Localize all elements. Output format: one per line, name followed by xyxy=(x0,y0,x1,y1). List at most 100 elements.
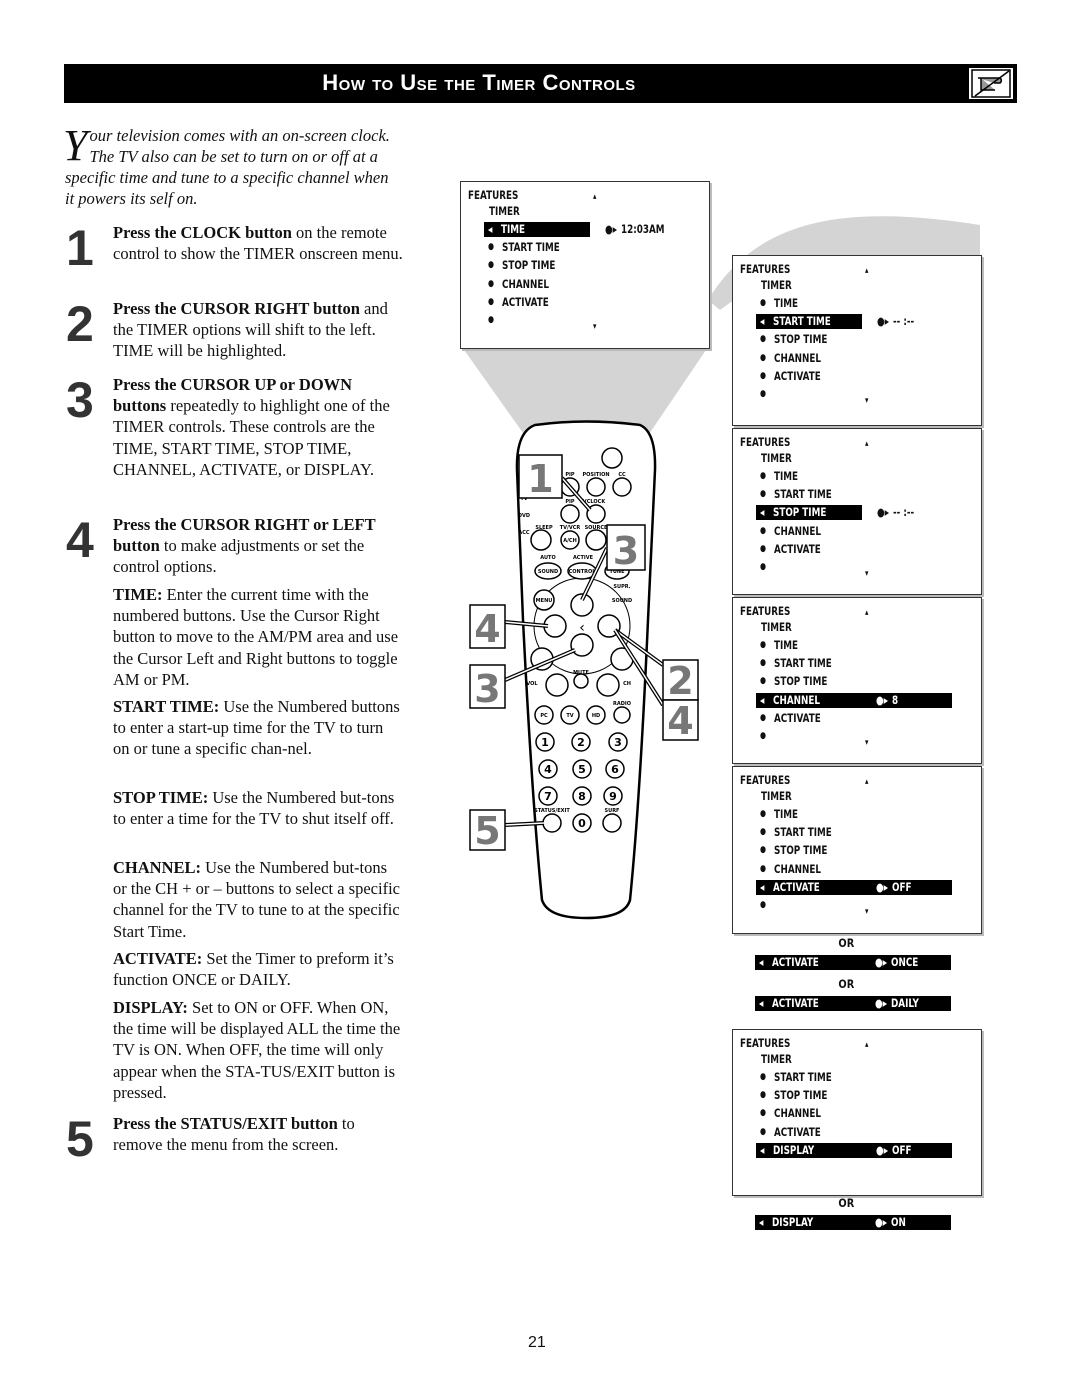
menu-item-selected[interactable]: ◂ ACTIVATE ●▸ OFF xyxy=(756,879,952,895)
or-label: OR xyxy=(838,977,855,991)
menu-item[interactable]: STOP TIME xyxy=(502,258,555,272)
remote-label: MUTE xyxy=(573,670,589,676)
menu-item[interactable]: ACTIVATE xyxy=(774,711,821,725)
menu-item[interactable]: START TIME xyxy=(774,656,832,670)
or-label: OR xyxy=(838,936,855,950)
left-arrow-icon: ◂ xyxy=(760,1142,765,1157)
scroll-down-icon: ▾ xyxy=(865,569,869,579)
hd-button-label: HD xyxy=(592,713,600,719)
manual-page: How to Use the Timer Controls Your telev… xyxy=(0,0,1080,1397)
remote-label: ACTIVE xyxy=(573,555,594,561)
a-ch-button-label: A/CH xyxy=(563,538,577,544)
menu-item[interactable]: TIME xyxy=(774,469,798,483)
bullet-icon: ● xyxy=(488,278,495,289)
menu-item[interactable]: CHANNEL xyxy=(774,524,821,538)
remote-label: TV/VCR xyxy=(560,525,581,531)
menu-item[interactable]: STOP TIME xyxy=(774,332,827,346)
callout-number: 3 xyxy=(613,529,639,573)
left-arrow-icon: ◂ xyxy=(759,955,764,969)
callout-number: 1 xyxy=(527,457,553,501)
mute-button[interactable] xyxy=(573,673,589,689)
scroll-up-icon: ▴ xyxy=(865,439,869,449)
left-arrow-icon: ◂ xyxy=(760,314,765,329)
remote-label: VOL xyxy=(526,681,538,687)
menu-item[interactable]: TIME xyxy=(774,638,798,652)
power-button[interactable] xyxy=(601,447,623,469)
adjust-arrow-icon: ●▸ xyxy=(875,996,888,1010)
callout-number: 4 xyxy=(667,699,693,743)
menu-item[interactable]: TIME xyxy=(774,807,798,821)
digit-6-button-label: 6 xyxy=(611,763,619,776)
menu-item[interactable]: START TIME xyxy=(774,487,832,501)
remote-label: PIP xyxy=(565,499,575,505)
menu-item[interactable]: START TIME xyxy=(502,240,560,254)
remote-label: CH xyxy=(623,681,631,687)
bullet-icon: ● xyxy=(488,315,495,325)
adjust-arrow-icon: ●▸ xyxy=(875,955,888,969)
callout-number: 3 xyxy=(474,667,500,711)
menu-item-selected[interactable]: ◂ CHANNEL ●▸ 8 xyxy=(756,692,952,708)
menu-item[interactable]: CHANNEL xyxy=(774,351,821,365)
menu-item-selected[interactable]: ◂ TIME xyxy=(484,222,590,237)
menu-item[interactable]: START TIME xyxy=(774,825,832,839)
option-value: ON xyxy=(891,1215,906,1229)
ch-minus-button[interactable] xyxy=(596,673,620,697)
remote-label: DVD xyxy=(518,513,530,519)
timer-osd-menu: FEATURES TIMER ▴ ● START TIME ● STOP TIME ● CHAN… xyxy=(732,1029,982,1196)
menu-item-value: -- :-- xyxy=(893,314,915,329)
menu-item-selected[interactable]: ◂ START TIME xyxy=(756,314,862,330)
menu-item[interactable]: START TIME xyxy=(774,1070,832,1084)
digit-7-button-label: 7 xyxy=(544,790,552,803)
status-exit-button[interactable] xyxy=(542,813,562,833)
vol-minus-button[interactable] xyxy=(545,673,569,697)
or-label: OR xyxy=(838,1196,855,1210)
menu-item[interactable]: CHANNEL xyxy=(774,1106,821,1120)
bullet-icon: ● xyxy=(760,1072,767,1082)
timer-osd-menu: FEATURES TIMER ▴ ● TIME ● START TIME ● STOP TIME… xyxy=(732,597,982,764)
adjust-arrow-icon: ●▸ xyxy=(876,692,889,707)
source-button[interactable] xyxy=(585,529,607,551)
menu-item[interactable]: TIME xyxy=(774,296,798,310)
menu-item[interactable]: ACTIVATE xyxy=(774,1125,821,1139)
menu-title: FEATURES xyxy=(740,604,791,618)
menu-item[interactable]: STOP TIME xyxy=(774,674,827,688)
pip-ch-button[interactable] xyxy=(560,504,580,524)
menu-item[interactable]: CHANNEL xyxy=(502,277,549,291)
menu-item[interactable]: STOP TIME xyxy=(774,843,827,857)
surf-button[interactable] xyxy=(602,813,622,833)
left-arrow-icon: ◂ xyxy=(760,505,765,520)
adjust-arrow-icon: ●▸ xyxy=(877,505,890,520)
scroll-up-icon: ▴ xyxy=(593,192,597,202)
bullet-icon: ● xyxy=(760,1090,767,1101)
cursor-down-button[interactable] xyxy=(570,633,594,657)
bullet-icon: ● xyxy=(760,370,767,381)
menu-item[interactable]: ACTIVATE xyxy=(774,369,821,383)
adjust-arrow-icon: ●▸ xyxy=(875,1215,888,1229)
left-arrow-icon: ◂ xyxy=(759,996,764,1010)
callout-number: 2 xyxy=(667,659,693,703)
sleep-button[interactable] xyxy=(530,529,552,551)
bullet-icon: ● xyxy=(760,676,767,687)
menu-item-value: -- :-- xyxy=(893,505,915,520)
menu-item[interactable]: ACTIVATE xyxy=(502,295,549,309)
menu-item[interactable]: ACTIVATE xyxy=(774,542,821,556)
timer-osd-menu: FEATURES TIMER ▴ ● TIME ● START TIME ● STOP TIME… xyxy=(732,766,982,934)
menu-item-selected[interactable]: ◂ STOP TIME xyxy=(756,505,862,521)
digit-0-button-label: 0 xyxy=(578,817,586,830)
active-control-button-label: CONTROL xyxy=(569,569,597,575)
position-button[interactable] xyxy=(586,477,606,497)
menu-item[interactable]: CHANNEL xyxy=(774,862,821,876)
left-arrow-icon: ◂ xyxy=(759,1215,764,1229)
menu-item-selected[interactable]: ◂ DISPLAY ●▸ OFF xyxy=(756,1142,952,1158)
cc-button[interactable] xyxy=(612,477,632,497)
timer-osd-menu: FEATURES TIMER ▴ ● TIME ◂ START TIME ●▸ -- :-- ● S… xyxy=(732,255,982,426)
menu-item[interactable]: STOP TIME xyxy=(774,1088,827,1102)
option-label: ACTIVATE xyxy=(772,955,819,969)
option-label: DISPLAY xyxy=(772,1215,814,1229)
radio-button[interactable] xyxy=(613,706,631,724)
option-label: ACTIVATE xyxy=(772,996,819,1010)
callout-number: 5 xyxy=(474,809,500,853)
adjust-arrow-icon: ●▸ xyxy=(605,222,618,236)
bullet-icon: ● xyxy=(760,489,767,500)
remote-label: ACC xyxy=(518,530,530,536)
